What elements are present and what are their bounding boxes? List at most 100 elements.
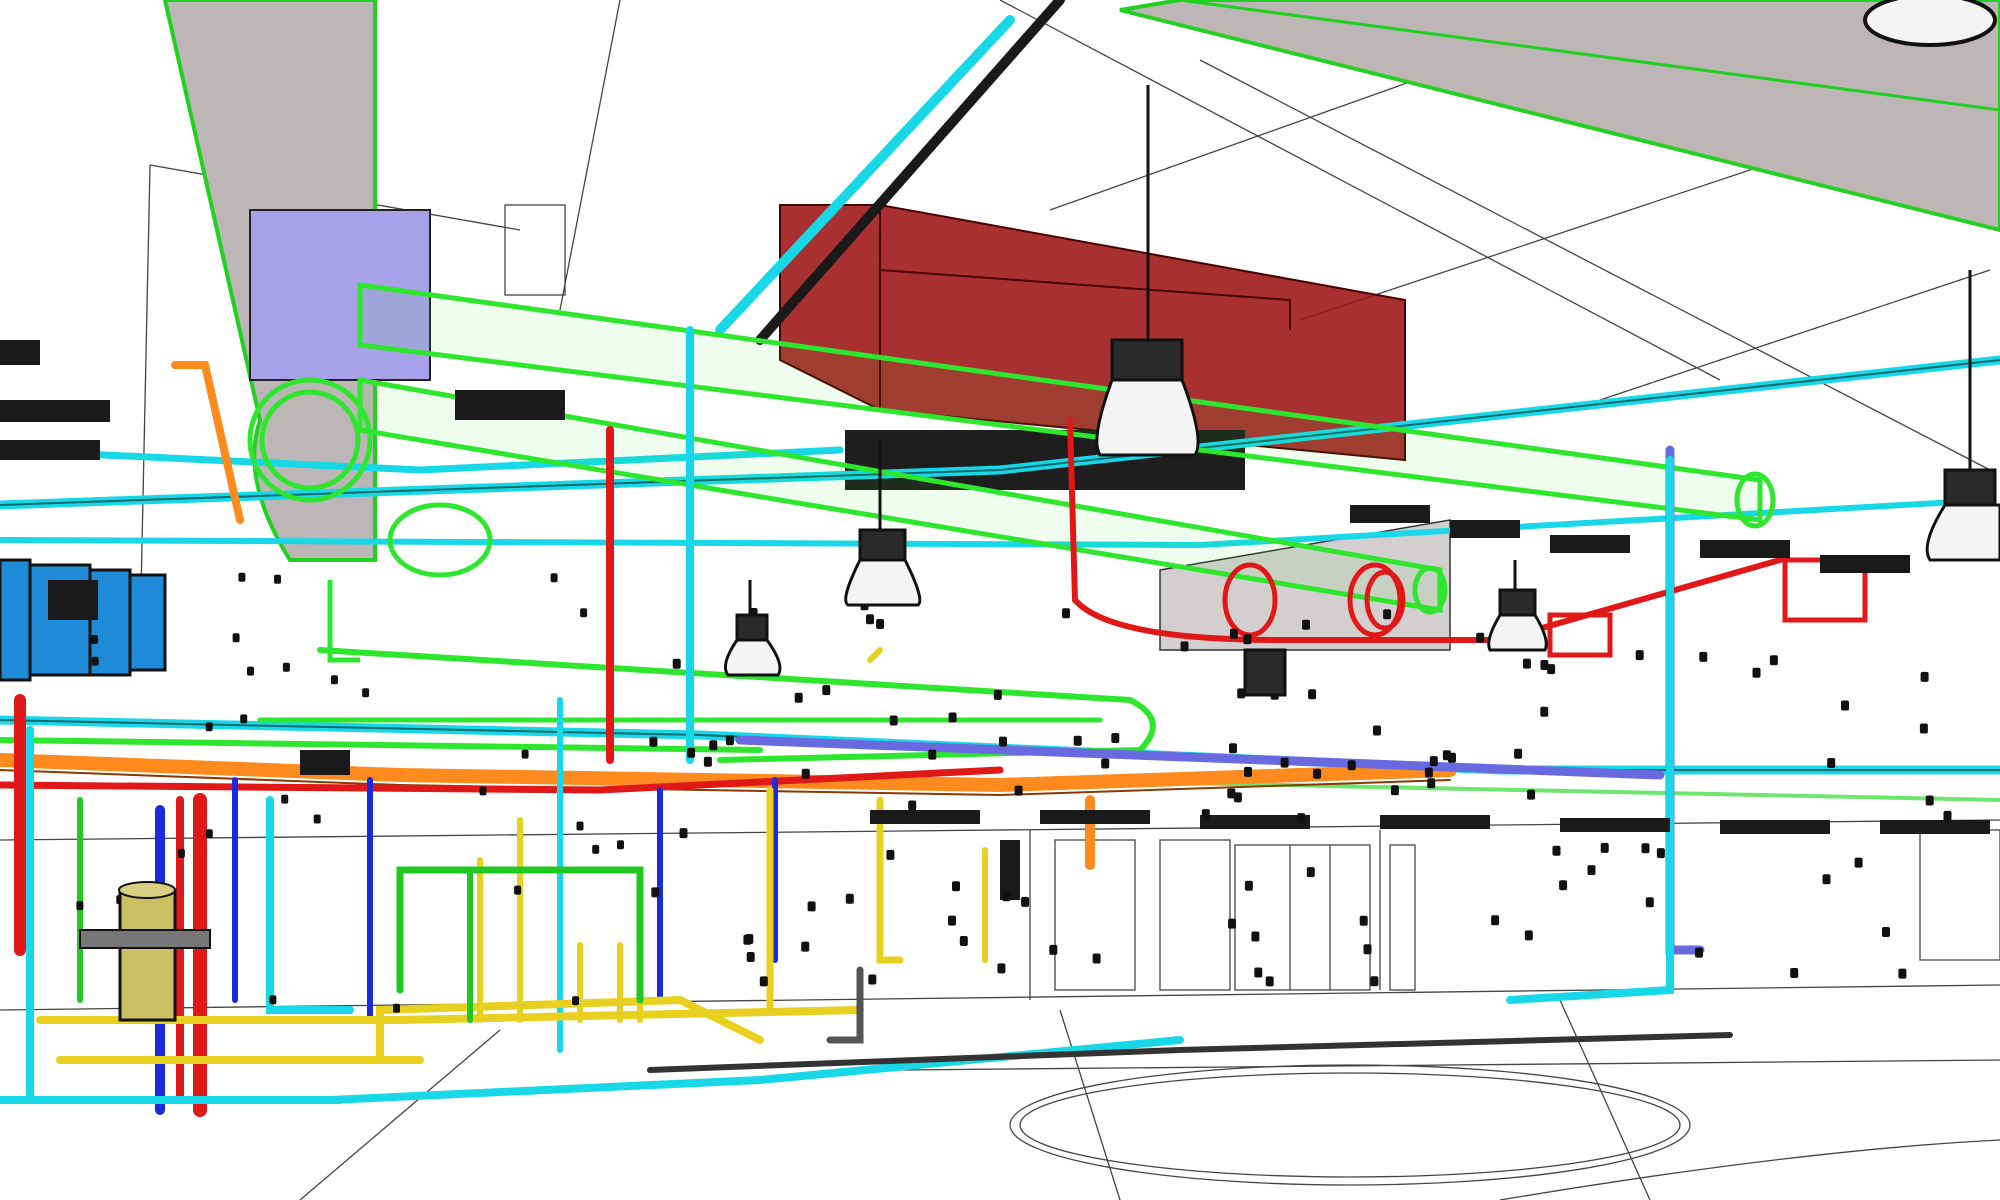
fixture-marker (1180, 641, 1189, 652)
fixture-marker (703, 756, 712, 767)
fixture-marker (1547, 664, 1556, 675)
pendant-light (1243, 648, 1287, 697)
fixture-marker (1347, 760, 1356, 771)
pendant-light (1487, 560, 1548, 652)
fixture-marker (1092, 953, 1101, 964)
fixture-marker (1062, 608, 1070, 619)
fixture-marker (1254, 967, 1263, 978)
fixture-marker (1524, 930, 1533, 941)
fixture-marker (866, 614, 874, 625)
fixture-marker (687, 747, 696, 758)
fixture-marker (1429, 756, 1438, 767)
fixture-marker (1920, 671, 1929, 682)
fixture-marker (1265, 976, 1274, 987)
fixture-marker (1514, 748, 1523, 759)
pendant-light (724, 580, 782, 677)
fixture-marker (1229, 628, 1238, 639)
fixture-marker (1049, 944, 1058, 955)
fixture-marker (1073, 735, 1082, 746)
mep-model-view[interactable] (0, 0, 2000, 1200)
fixture-marker (801, 941, 810, 952)
fixture-marker (948, 915, 956, 926)
fixture-marker (1854, 857, 1863, 868)
fixture-marker (807, 901, 816, 912)
fixture-marker (274, 574, 281, 584)
fixture-marker (908, 800, 917, 811)
fixture-marker (550, 573, 558, 583)
fixture-marker (801, 768, 810, 779)
fixture-marker (997, 963, 1006, 974)
fixture-marker (746, 952, 755, 962)
fixture-marker (1313, 768, 1321, 779)
bim-viewport[interactable] (0, 0, 2000, 1200)
fixture-marker (1014, 785, 1023, 796)
fixture-marker (679, 828, 688, 839)
fixture-marker (269, 995, 277, 1005)
fixture-marker (1559, 880, 1568, 891)
fixture-marker (282, 662, 290, 672)
fixture-marker (205, 722, 213, 732)
fixture-marker (247, 666, 254, 676)
fixture-marker (1600, 842, 1609, 853)
fixture-marker (1476, 632, 1485, 643)
fixture-marker (1645, 897, 1654, 908)
fixture-marker (1101, 758, 1110, 769)
fixture-marker (576, 821, 584, 831)
fixture-marker (1827, 758, 1836, 768)
fixture-marker (993, 689, 1002, 700)
fixture-marker (651, 887, 660, 898)
fixture-marker (1302, 619, 1310, 630)
fixture-marker (1002, 891, 1011, 902)
fixture-marker (743, 934, 752, 945)
fixture-marker (205, 829, 213, 839)
ceiling-light-disc (1863, 0, 1997, 47)
fixture-marker (1244, 766, 1252, 777)
fixture-marker (649, 736, 658, 747)
fixture-marker (1201, 809, 1210, 820)
fixture-marker (1527, 789, 1536, 800)
fixture-marker (1427, 778, 1436, 789)
fixture-marker (1297, 813, 1306, 824)
fixture-marker (232, 633, 240, 643)
fixture-marker (794, 692, 803, 703)
fixture-marker (1841, 700, 1849, 711)
fixture-marker (1390, 785, 1399, 796)
fixture-marker (1442, 750, 1451, 761)
fixture-marker (886, 849, 895, 860)
fixture-marker (1822, 874, 1831, 885)
fixture-marker (1251, 931, 1260, 942)
fixture-marker (1552, 845, 1561, 856)
fixture-marker (177, 848, 185, 858)
fixture-marker (330, 675, 338, 685)
fixture-marker (91, 656, 99, 666)
fixture-marker (1943, 810, 1952, 821)
fixture-marker (868, 974, 877, 985)
fixture-marker (1925, 795, 1934, 806)
fixture-marker (1919, 723, 1928, 734)
fixture-marker (1383, 609, 1392, 620)
electrical-panels[interactable] (0, 558, 167, 682)
fixture-marker (1540, 706, 1549, 717)
fixture-marker (1695, 947, 1703, 958)
fixture-marker (1228, 918, 1236, 929)
fixture-marker (845, 893, 854, 904)
fixture-marker (1227, 788, 1236, 799)
fixture-marker (928, 749, 937, 760)
fixture-marker (1752, 667, 1761, 678)
fixture-marker (1243, 634, 1252, 645)
pendant-light (1925, 270, 2000, 562)
water-heater-tank[interactable] (79, 881, 211, 1022)
fixture-marker (1635, 650, 1644, 661)
fixture-marker (514, 885, 522, 895)
fixture-marker (91, 635, 98, 644)
fixture-marker (1021, 896, 1030, 907)
fixture-marker (672, 658, 681, 669)
fixture-marker (1373, 725, 1381, 736)
fixture-marker (999, 736, 1007, 747)
fixture-marker (1769, 655, 1778, 666)
fixture-marker (1491, 915, 1500, 926)
fixture-marker (393, 1003, 400, 1013)
fixture-marker (479, 786, 487, 796)
fixture-marker (1522, 658, 1531, 669)
fixture-marker (1641, 843, 1650, 854)
